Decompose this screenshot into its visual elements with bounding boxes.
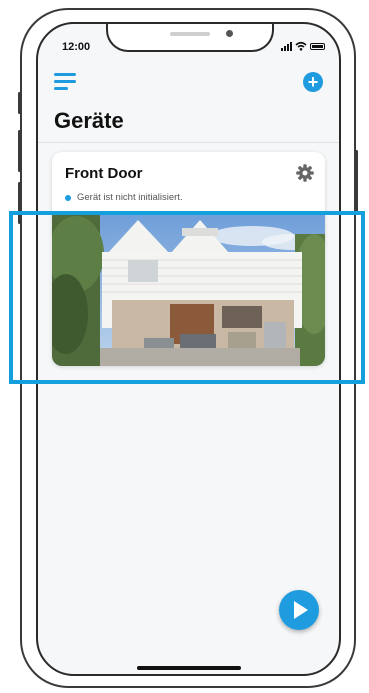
power-button — [355, 150, 358, 214]
device-status-text: Gerät ist nicht initialisiert. — [77, 192, 183, 203]
status-time: 12:00 — [62, 41, 91, 53]
front-camera — [226, 30, 233, 37]
signal-icon — [281, 41, 292, 51]
highlight-box — [9, 211, 365, 384]
volume-up-button — [18, 130, 21, 172]
play-button[interactable] — [279, 590, 319, 630]
status-icons — [281, 41, 325, 51]
add-device-button[interactable]: + — [303, 72, 323, 92]
menu-icon[interactable] — [54, 73, 76, 94]
page-title: Geräte — [54, 108, 124, 133]
device-status: Gerät ist nicht initialisiert. — [65, 192, 183, 203]
home-indicator[interactable] — [137, 666, 241, 670]
header-divider — [38, 142, 339, 143]
notch — [106, 24, 274, 52]
speaker — [170, 32, 210, 36]
battery-icon — [310, 42, 325, 50]
wifi-icon — [295, 41, 307, 51]
status-dot — [65, 194, 71, 201]
silent-switch — [18, 92, 21, 114]
gear-icon[interactable] — [295, 163, 315, 183]
device-name: Front Door — [65, 165, 143, 182]
